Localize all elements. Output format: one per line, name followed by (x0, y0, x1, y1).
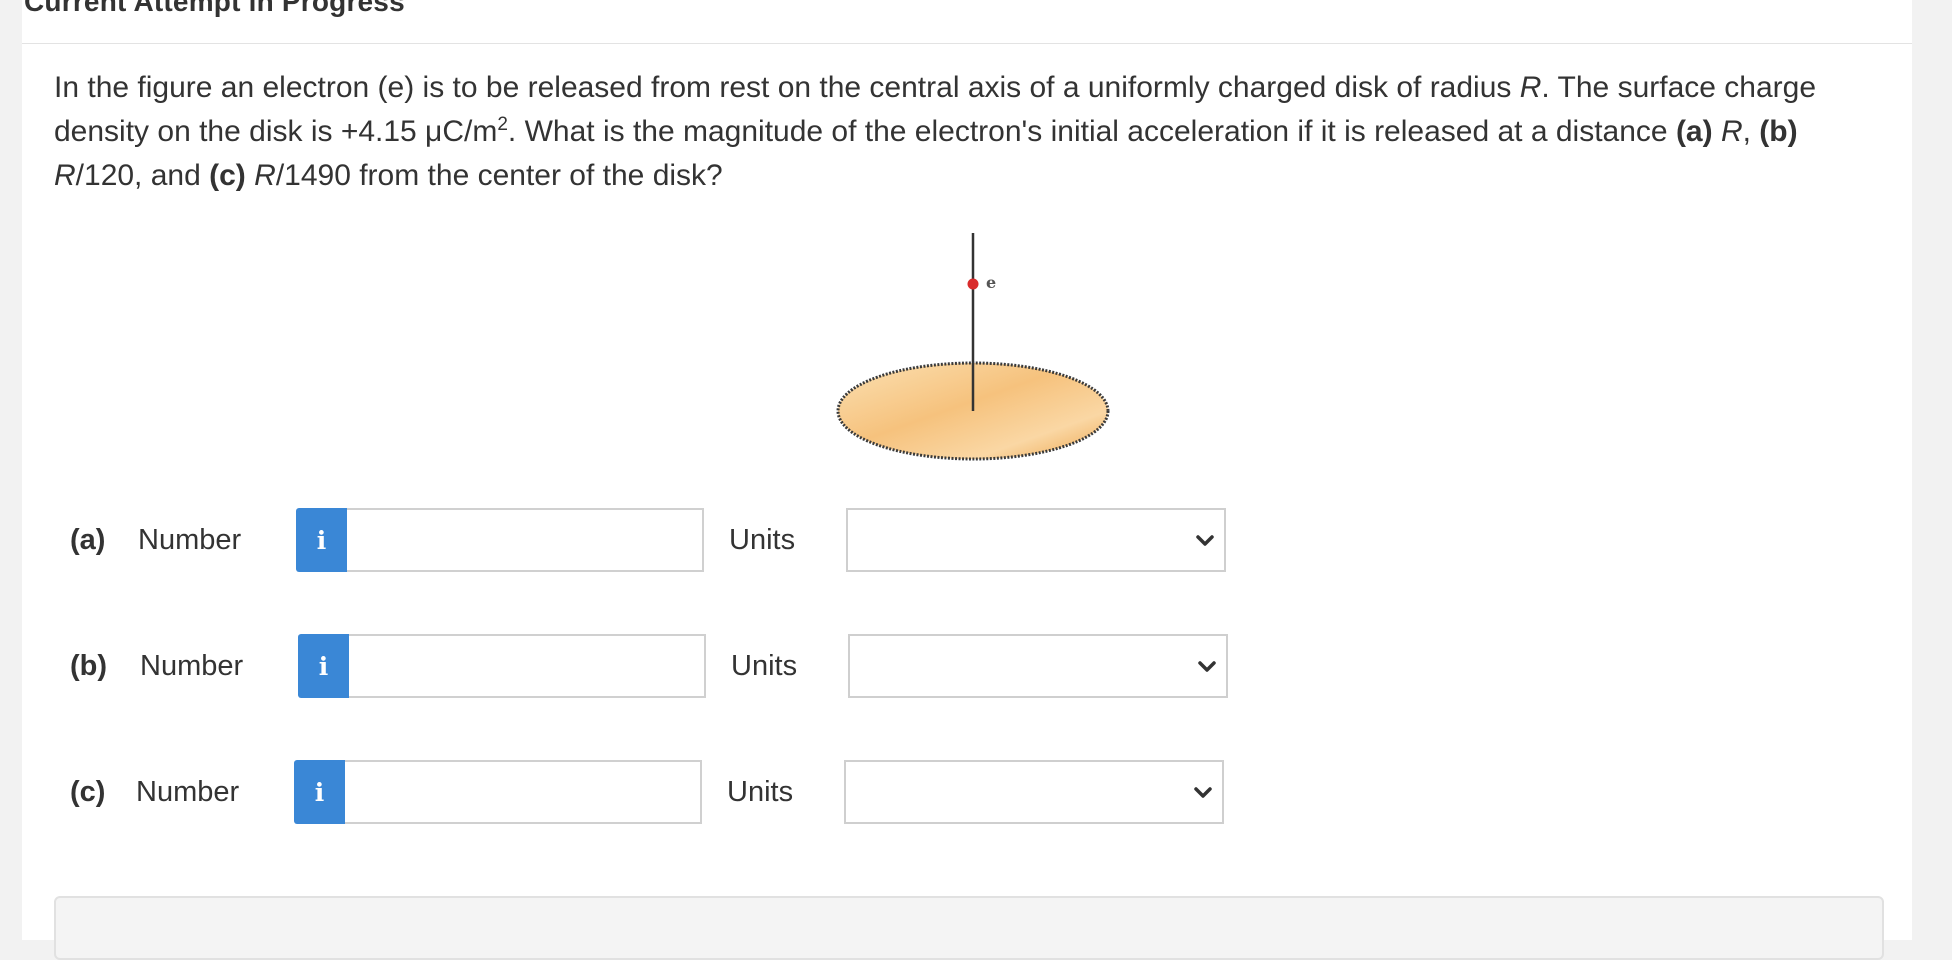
info-button-c[interactable]: i (294, 760, 345, 824)
info-icon: i (318, 651, 329, 681)
number-label-a: Number (138, 524, 242, 556)
number-label-c: Number (136, 776, 240, 808)
answer-row-c: (c) Number i Units (0, 760, 1240, 826)
answer-row-a: (a) Number i Units (0, 508, 1240, 574)
electron-dot (967, 278, 979, 290)
info-icon: i (316, 525, 327, 555)
bottom-panel (54, 896, 1884, 960)
units-select-a[interactable] (846, 508, 1226, 572)
number-input-c[interactable] (345, 760, 702, 824)
units-label-c: Units (727, 776, 794, 808)
units-label-b: Units (731, 650, 798, 682)
attempt-status-heading: Current Attempt in Progress (24, 0, 405, 17)
units-label-a: Units (729, 524, 796, 556)
question-text: In the figure an electron (e) is to be r… (54, 71, 1817, 192)
part-label-a: (a) (70, 524, 106, 556)
units-select-c[interactable] (844, 760, 1224, 824)
number-input-b[interactable] (349, 634, 706, 698)
part-label-c: (c) (70, 776, 106, 808)
units-select-b[interactable] (848, 634, 1228, 698)
disk-figure-svg: e (836, 233, 1110, 461)
part-label-b: (b) (70, 650, 108, 682)
header-divider (22, 43, 1912, 44)
chevron-down-icon (1194, 787, 1212, 798)
answer-row-b: (b) Number i Units (0, 634, 1240, 700)
info-icon: i (314, 777, 325, 807)
chevron-down-icon (1196, 535, 1214, 546)
info-button-a[interactable]: i (296, 508, 347, 572)
chevron-down-icon (1198, 661, 1216, 672)
charged-disk-figure: e (830, 228, 1120, 473)
electron-label: e (986, 273, 996, 292)
info-button-b[interactable]: i (298, 634, 349, 698)
number-input-a[interactable] (347, 508, 704, 572)
number-label-b: Number (140, 650, 244, 682)
